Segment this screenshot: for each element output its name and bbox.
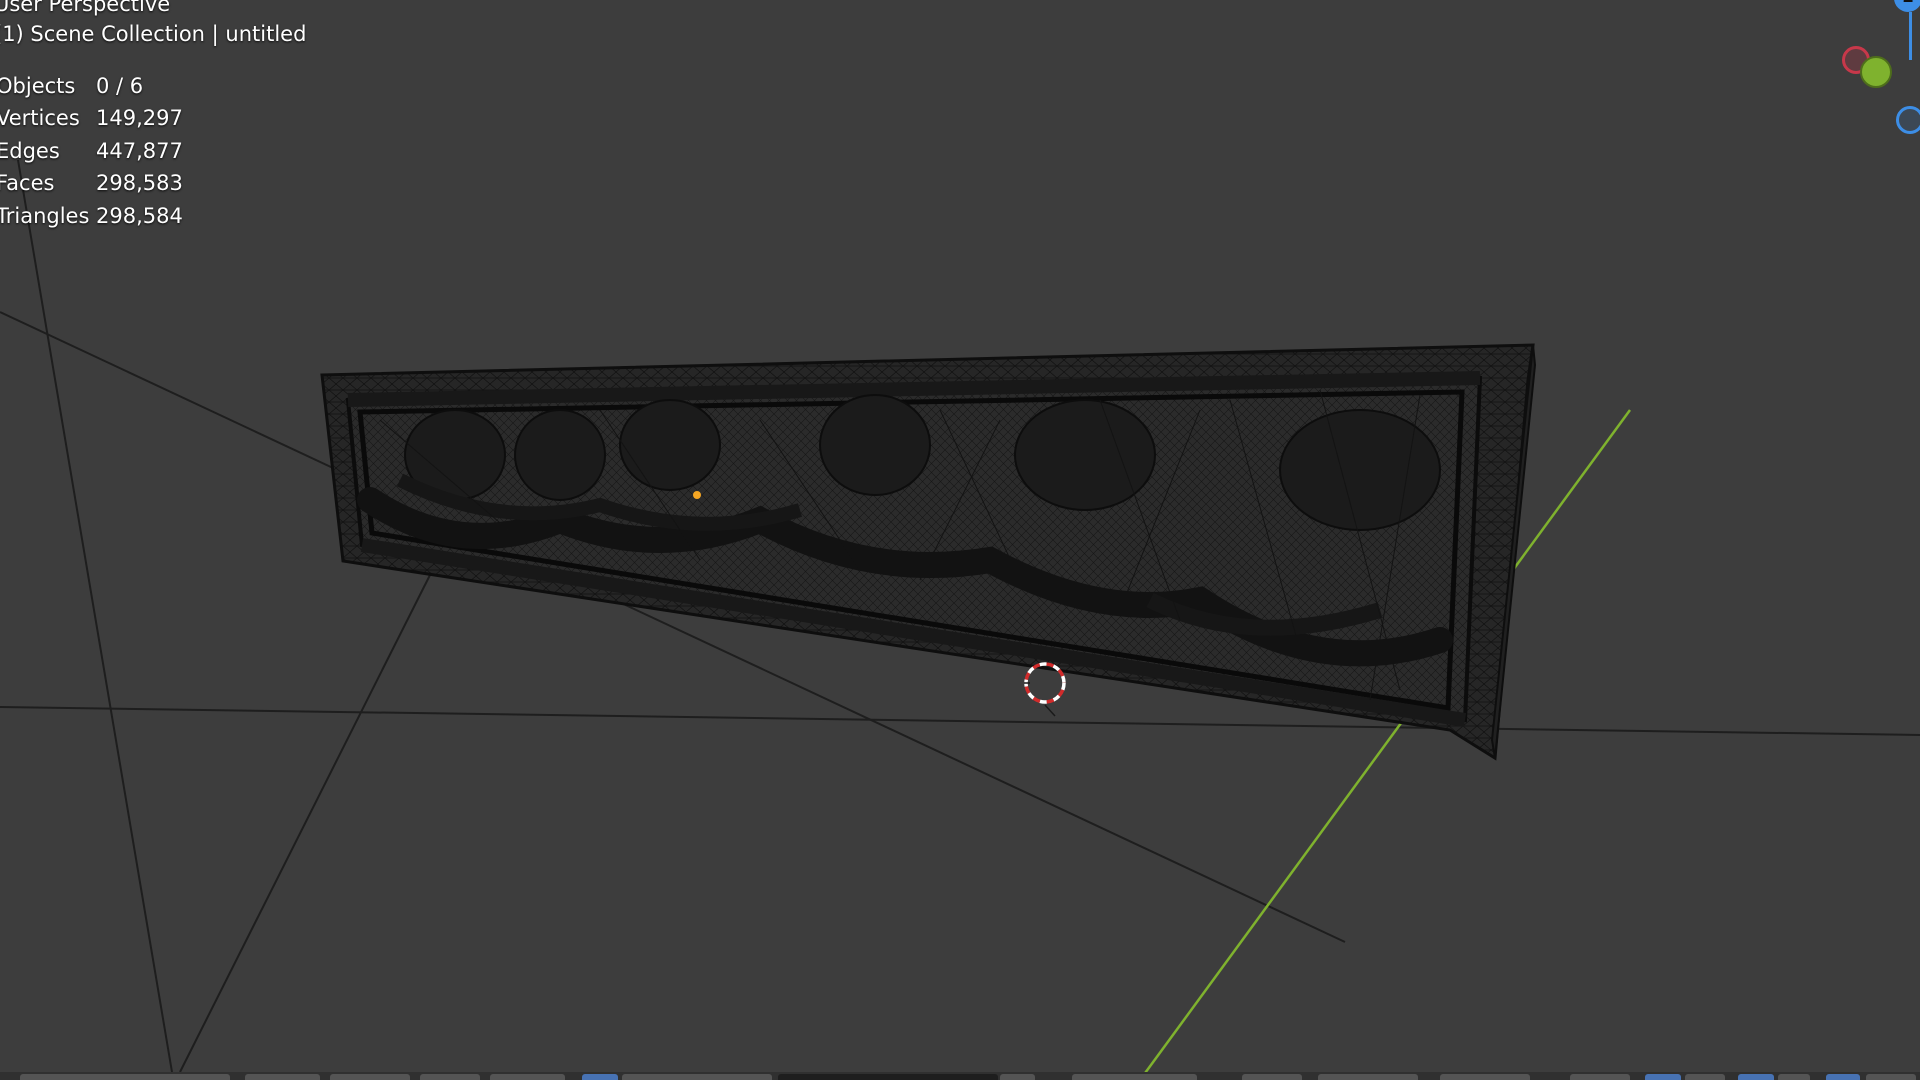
helper-line [0, 706, 1920, 736]
toolbar-button[interactable] [622, 1074, 772, 1080]
stat-label-vertices: Vertices [0, 106, 80, 130]
toolbar-button[interactable] [1570, 1074, 1630, 1080]
stat-value-edges: 447,877 [96, 139, 183, 163]
helper-line [179, 574, 431, 1073]
toolbar-button[interactable] [1242, 1074, 1302, 1080]
toolbar-button[interactable] [1685, 1074, 1725, 1080]
stat-value-objects: 0 / 6 [96, 74, 144, 98]
toolbar-button[interactable] [20, 1074, 230, 1080]
stat-label-triangles: Triangles [0, 204, 90, 228]
z-axis-gizmo-label: Z [1903, 0, 1913, 6]
3d-cursor-icon [1024, 662, 1066, 717]
object-origin-icon [692, 490, 702, 500]
toolbar-button[interactable] [245, 1074, 320, 1080]
toolbar-button[interactable] [490, 1074, 565, 1080]
shading-solid-button[interactable] [1866, 1074, 1916, 1080]
stat-label-faces: Faces [0, 171, 55, 195]
helper-line [17, 159, 173, 1073]
3d-viewport[interactable]: User Perspective (1) Scene Collection | … [0, 0, 1920, 1080]
neg-z-gizmo-icon[interactable] [1896, 106, 1920, 134]
stat-value-triangles: 298,584 [96, 204, 183, 228]
z-axis-gizmo-line [1909, 12, 1912, 60]
view-name-label: User Perspective [0, 0, 171, 16]
toolbar-button[interactable] [1072, 1074, 1197, 1080]
toolbar-button[interactable] [330, 1074, 410, 1080]
y-axis-gizmo-icon[interactable] [1860, 56, 1892, 88]
stat-value-faces: 298,583 [96, 171, 183, 195]
collection-label: (1) Scene Collection | untitled [0, 22, 307, 46]
toolbar-button[interactable] [420, 1074, 480, 1080]
toolbar-button[interactable] [1440, 1074, 1530, 1080]
stat-label-objects: Objects [0, 74, 76, 98]
select-mode-button[interactable] [582, 1074, 618, 1080]
xray-toggle-button[interactable] [1738, 1074, 1774, 1080]
viewport-scene[interactable] [0, 0, 1920, 1080]
toolbar-button[interactable] [1000, 1074, 1035, 1080]
toolbar-button[interactable] [1318, 1074, 1418, 1080]
stat-label-edges: Edges [0, 139, 60, 163]
toolbar-button[interactable] [778, 1074, 998, 1080]
scene-statistics: Objects 0 / 6 Vertices 149,297 Edges 447… [0, 76, 260, 236]
overlay-toggle-button[interactable] [1645, 1074, 1681, 1080]
stat-value-vertices: 149,297 [96, 106, 183, 130]
toolbar-button[interactable] [1778, 1074, 1810, 1080]
ornamental-frieze-mesh[interactable] [320, 343, 1537, 761]
shading-wireframe-button[interactable] [1826, 1074, 1860, 1080]
